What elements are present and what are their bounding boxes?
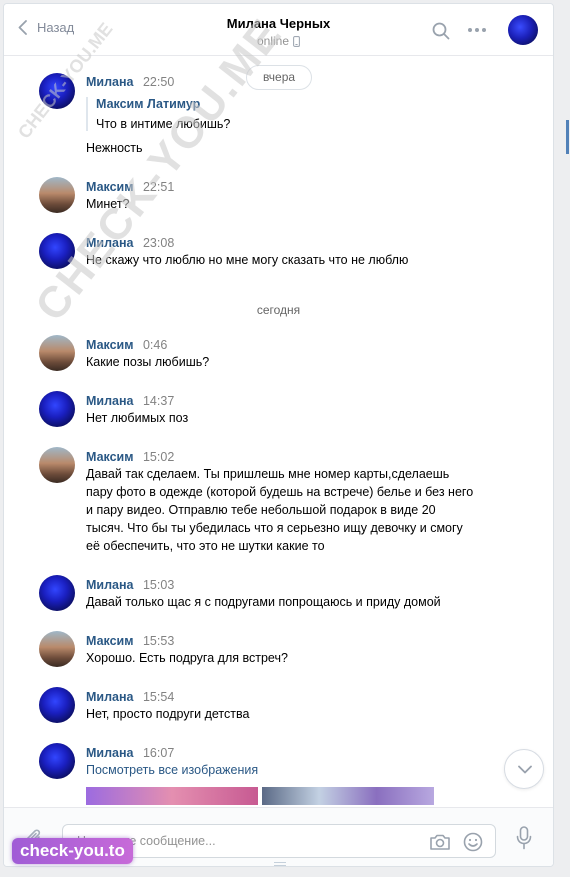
quote-text: Что в интиме любишь? [96,117,231,131]
view-all-images-link[interactable]: Посмотреть все изображения [86,761,471,779]
message-history[interactable]: вчера Милана 22:50 Максим Латимур Что в … [4,57,553,807]
message-header: Максим 0:46 [86,338,167,352]
message-text: Минет? [86,197,130,211]
message-time[interactable]: 22:51 [143,180,174,194]
message-text: Давай только щас я с подругами попрощаюс… [86,595,441,609]
message-text: Нет, просто подруги детства [86,707,250,721]
message-time[interactable]: 14:37 [143,394,174,408]
message-time[interactable]: 0:46 [143,338,167,352]
author-name[interactable]: Милана [86,75,134,89]
message-text: Хорошо. Есть подруга для встреч? [86,651,288,665]
author-name[interactable]: Милана [86,394,134,408]
author-name[interactable]: Максим [86,180,134,194]
chevron-down-icon [518,765,532,774]
forwarded-message[interactable]: Максим Латимур Что в интиме любишь? [86,97,230,131]
avatar[interactable] [39,391,75,427]
avatar[interactable] [39,335,75,371]
message-time[interactable]: 15:54 [143,690,174,704]
avatar[interactable] [39,743,75,779]
author-name[interactable]: Максим [86,450,134,464]
search-icon[interactable] [432,22,450,43]
message-header: Милана 16:07 [86,746,174,760]
online-status: online [4,34,553,48]
avatar[interactable] [39,575,75,611]
scroll-down-button[interactable] [504,749,544,789]
message-header: Милана 22:50 [86,75,174,89]
scroll-indicator [566,120,569,154]
avatar[interactable] [39,233,75,269]
message-text: Давай так сделаем. Ты пришлешь мне номер… [86,467,474,553]
message-time[interactable]: 15:02 [143,450,174,464]
author-name[interactable]: Максим [86,338,134,352]
message-header: Милана 15:54 [86,690,174,704]
chat-title-block[interactable]: Милана Черных online [4,16,553,48]
more-icon[interactable] [468,28,486,32]
message-header: Милана 23:08 [86,236,174,250]
author-name[interactable]: Милана [86,746,134,760]
avatar[interactable] [39,177,75,213]
message-header: Максим 22:51 [86,180,174,194]
day-separator-today: сегодня [256,303,301,317]
resize-handle[interactable] [274,862,286,866]
message-header: Милана 15:03 [86,578,174,592]
message-header: Максим 15:02 [86,450,174,464]
message-text: Не скажу что люблю но мне могу сказать ч… [86,253,409,267]
message-time[interactable]: 16:07 [143,746,174,760]
message-text: Нежность [86,141,143,155]
message-header: Максим 15:53 [86,634,174,648]
message-time[interactable]: 15:03 [143,578,174,592]
avatar[interactable] [39,687,75,723]
message-text: Нет любимых поз [86,411,189,425]
message-header: Милана 14:37 [86,394,174,408]
message-time[interactable]: 23:08 [143,236,174,250]
avatar[interactable] [39,73,75,109]
author-name[interactable]: Максим [86,634,134,648]
message-time[interactable]: 15:53 [143,634,174,648]
message-text: Какие позы любишь? [86,355,210,369]
avatar[interactable] [39,631,75,667]
header-avatar[interactable] [508,15,538,45]
image-attachment[interactable] [262,787,434,805]
quote-author[interactable]: Максим Латимур [96,97,230,111]
emoji-icon[interactable] [463,832,483,855]
author-name[interactable]: Милана [86,236,134,250]
camera-icon[interactable] [429,833,451,854]
chat-header: Назад Милана Черных online [4,4,553,56]
author-name[interactable]: Милана [86,690,134,704]
day-separator-yesterday: вчера [246,65,312,90]
chat-panel: Назад Милана Черных online вчера Милана … [3,3,554,867]
avatar[interactable] [39,447,75,483]
message-time[interactable]: 22:50 [143,75,174,89]
author-name[interactable]: Милана [86,578,134,592]
watermark-badge: check-you.to [12,838,133,864]
image-attachment[interactable] [86,787,258,805]
mobile-icon [293,35,300,47]
status-text: online [256,34,290,48]
microphone-icon[interactable] [516,826,532,853]
